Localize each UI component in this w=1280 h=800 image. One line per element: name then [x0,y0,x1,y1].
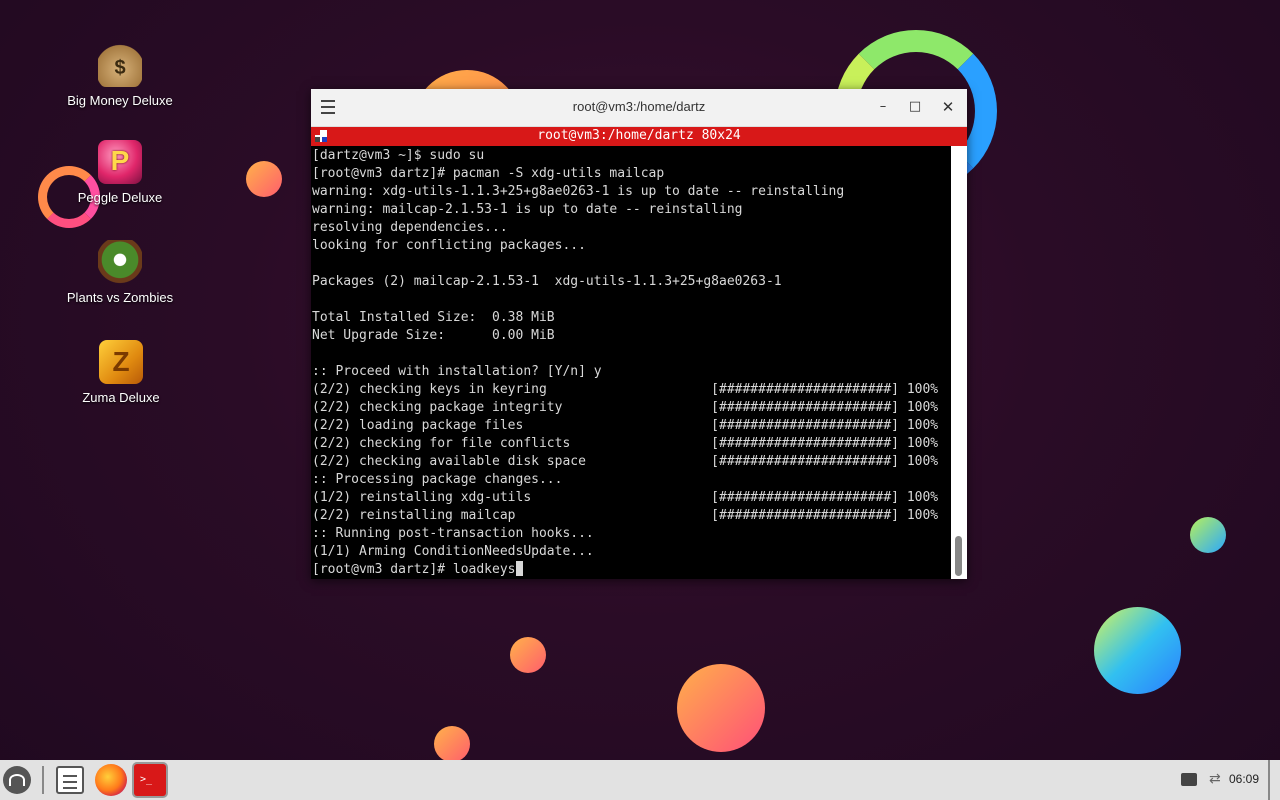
desktop-icon-plants-vs-zombies[interactable]: Plants vs Zombies [60,240,180,305]
show-desktop-button[interactable] [1268,760,1270,800]
plants-vs-zombies-icon [98,240,142,284]
terminal-line: :: Processing package changes... [312,472,563,487]
terminal-title: root@vm3:/home/dartz 80x24 [537,128,741,143]
terminal-line: resolving dependencies... [312,220,508,235]
file-manager-icon[interactable] [56,766,84,794]
terminal-title-bar: root@vm3:/home/dartz 80x24 [311,127,967,146]
terminal-line: :: Running post-transaction hooks... [312,526,594,541]
start-menu-icon[interactable] [3,766,31,794]
terminal-line: (2/2) checking keys in keyring [########… [312,382,939,397]
terminal-line: [dartz@vm3 ~]$ sudo su [312,148,485,163]
terminal-cursor [515,561,523,576]
taskbar-separator [42,766,44,794]
desktop-icon-peggle[interactable]: P Peggle Deluxe [60,140,180,205]
terminal-line: warning: xdg-utils-1.1.3+25+g8ae0263-1 i… [312,184,845,199]
terminal-line: (2/2) checking available disk space [###… [312,454,939,469]
clock[interactable]: 06:09 [1229,772,1259,786]
wallpaper-bubble [1190,517,1226,553]
peggle-icon: P [98,140,142,184]
taskbar: >_ [0,760,1280,800]
firefox-icon[interactable] [95,764,127,796]
scrollbar-thumb[interactable] [955,536,962,576]
maximize-button[interactable]: □ [905,97,925,117]
terminal-line: (1/2) reinstalling xdg-utils [##########… [312,490,939,505]
window-title: root@vm3:/home/dartz [572,99,706,114]
terminal-prompt-text: [root@vm3 dartz]# loadkeys [312,562,516,577]
terminal-icon[interactable]: >_ [134,764,166,796]
terminal-line: Total Installed Size: 0.38 MiB [312,310,555,325]
desktop-icon-label: Zuma Deluxe [82,390,160,405]
money-bag-icon: $ [98,43,142,87]
zuma-icon: Z [99,340,143,384]
wallpaper-bubble [510,637,546,673]
terminal-line: warning: mailcap-2.1.53-1 is up to date … [312,202,743,217]
desktop-icon-label: Plants vs Zombies [66,290,174,305]
terminal-line: (2/2) loading package files [###########… [312,418,939,433]
terminal-line: (1/1) Arming ConditionNeedsUpdate... [312,544,594,559]
desktop-icon-label: Peggle Deluxe [77,190,163,205]
close-button[interactable]: ✕ [938,97,958,117]
minimize-button[interactable]: – [873,97,893,117]
terminal-line: (2/2) checking package integrity [######… [312,400,939,415]
terminal-line: :: Proceed with installation? [Y/n] y [312,364,602,379]
terminal-line: looking for conflicting packages... [312,238,586,253]
window-titlebar[interactable]: root@vm3:/home/dartz – □ ✕ [311,89,967,127]
terminal-line: [root@vm3 dartz]# pacman -S xdg-utils ma… [312,166,665,181]
wallpaper-bubble [1094,607,1181,694]
wallpaper-bubble [677,664,765,752]
terminal-output[interactable]: [dartz@vm3 ~]$ sudo su [root@vm3 dartz]# … [311,146,952,580]
terminal-line: (2/2) checking for file conflicts [#####… [312,436,939,451]
desktop-icon-zuma[interactable]: Z Zuma Deluxe [61,340,181,405]
terminal-prompt-line[interactable]: [root@vm3 dartz]# loadkeys [312,561,952,579]
desktop-icon-label: Big Money Deluxe [67,93,173,108]
terminal-line: Packages (2) mailcap-2.1.53-1 xdg-utils-… [312,274,782,289]
network-icon[interactable]: ⇄ [1209,771,1221,787]
desktop-icon-big-money[interactable]: $ Big Money Deluxe [60,43,180,108]
terminal-line: Net Upgrade Size: 0.00 MiB [312,328,555,343]
scrollbar[interactable] [951,146,967,579]
terminal-line: (2/2) reinstalling mailcap [############… [312,508,939,523]
wallpaper-bubble [246,161,282,197]
wallpaper-bubble [434,726,470,762]
terminal-window[interactable]: root@vm3:/home/dartz – □ ✕ root@vm3:/hom… [311,89,967,579]
printer-icon[interactable] [1181,773,1197,786]
